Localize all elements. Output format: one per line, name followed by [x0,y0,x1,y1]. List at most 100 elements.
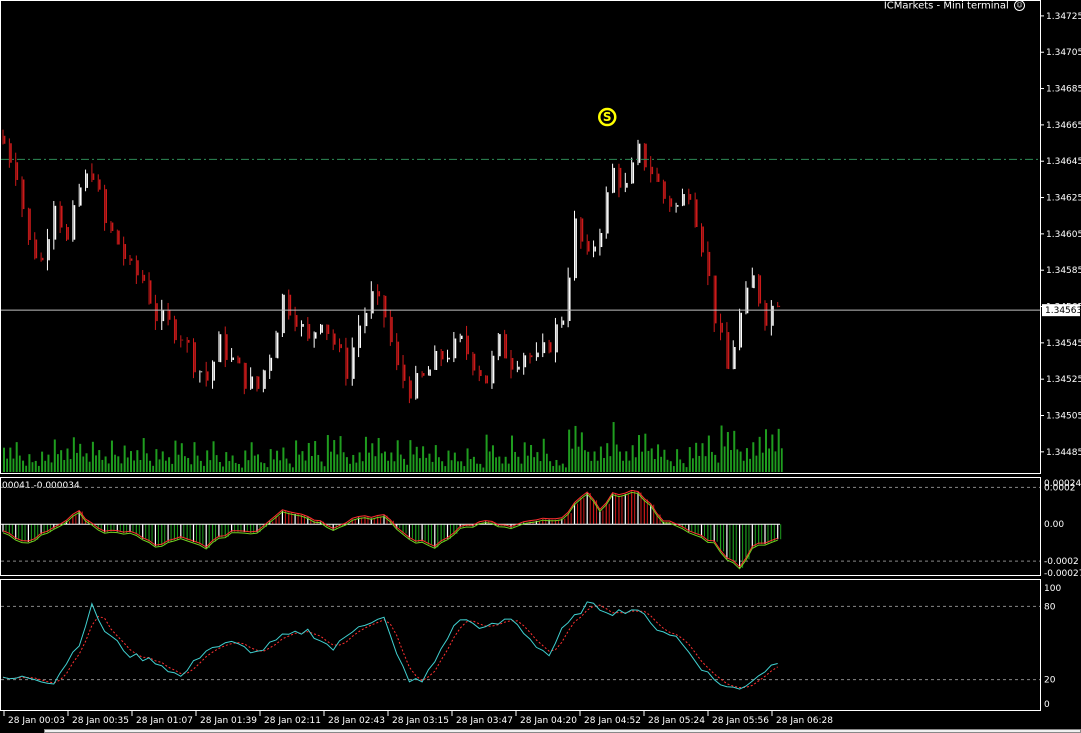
volume-bar [126,457,129,472]
volume-bar [34,460,37,472]
time-tick-label: 28 Jan 01:07 [136,716,193,726]
volume-bar [171,463,174,472]
volume-bar [476,463,478,472]
volume-bar [244,450,247,472]
volume-bar [355,462,358,472]
volume-bar [85,453,88,472]
volume-bar [136,450,139,472]
stochastic-signal-line [2,604,778,689]
volume-bar [495,457,497,472]
volume-bar [114,454,116,472]
stochastic-panel-frame [0,579,1041,711]
volume-bar [95,455,97,472]
volume-bar [12,458,15,472]
price-tick-label: 1.34505 [1046,412,1081,422]
volume-bar [777,428,780,472]
oscillator-tick-label: -0.0002 [1044,557,1079,567]
volume-bar [745,448,748,472]
volume-bar [120,463,123,472]
volume-bar [317,454,320,472]
time-tick-label: 28 Jan 01:39 [200,716,257,726]
volume-bar [250,442,253,472]
volume-bar [9,447,12,472]
volume-bar [555,459,558,472]
time-tick-label: 28 Jan 02:11 [264,716,321,726]
volume-bar [774,451,777,472]
volume-bar [203,465,205,472]
volume-bar [587,451,590,472]
volume-bar [247,460,250,472]
volume-bar [212,441,215,472]
volume-bar [152,465,155,472]
volume-bar [241,467,243,472]
volume-bar [76,452,78,472]
volume-bar [422,446,425,472]
volume-bar [479,463,482,472]
volume-bar [28,454,31,472]
volume-bar [765,429,767,472]
volume-bar [695,442,698,472]
volume-bar [641,451,643,472]
volume-bar [260,462,262,472]
volume-bar [314,441,317,472]
volume-bar [634,457,637,472]
volume-bar [685,467,688,472]
volume-bar [539,461,542,472]
volume-bar [31,462,34,472]
signal-label: S [603,110,612,124]
oscillator-signal-line [2,489,778,568]
volume-bar [488,451,491,472]
volume-bar [565,467,567,472]
volume-bar [336,454,339,472]
volume-bar [358,452,361,472]
sell-signal-marker[interactable]: S [598,107,617,127]
main-panel-frame [0,0,1041,474]
volume-bar [142,438,145,472]
volume-bar [380,453,383,472]
volume-bar [472,456,475,472]
volume-bar [44,460,47,472]
volume-bar [47,454,50,472]
volume-bar [438,457,440,472]
volume-bar [628,460,631,472]
volume-bar [253,455,256,472]
volume-bar [447,450,450,472]
volume-bar [228,461,231,472]
volume-bar [320,461,323,472]
volume-bar [345,457,348,472]
volume-bar [209,460,212,472]
volume-bar [580,432,583,472]
volume-bar [511,435,513,472]
volume-bar [164,460,167,472]
volume-bar [568,429,571,472]
volume-bar [371,443,374,472]
stochastic-tick-label: 0 [1044,700,1050,710]
price-tick-label: 1.34725 [1046,12,1081,22]
volume-bar [660,456,663,472]
volume-bar [523,442,526,472]
candlestick-series [2,129,781,404]
volume-bar [549,461,552,472]
price-tick-label: 1.34605 [1046,230,1081,240]
volume-bar [222,466,224,472]
volume-bar [361,461,364,472]
volume-bar [736,449,739,472]
volume-bar [342,452,345,472]
oscillator-tick-label: 0.00 [1044,520,1064,530]
volume-bar [584,450,586,472]
volume-bar [288,463,291,472]
volume-bar [533,457,536,472]
volume-bar [574,425,577,472]
volume-bar [133,460,135,472]
horizontal-scrollbar[interactable] [44,729,1081,733]
stochastic-level-lines [1,605,1040,681]
volume-bar [190,464,193,472]
volume-bar [663,449,666,472]
volume-bar [158,459,161,472]
chart-canvas[interactable]: 1.34725 1.34705 1.34685 1.34665 1.34645 1.346… [0,0,1081,733]
volume-bar [269,449,272,472]
volume-bar [612,422,615,472]
stochastic-main-line [2,601,778,690]
volume-bar [333,440,336,472]
volume-bar [517,456,520,472]
